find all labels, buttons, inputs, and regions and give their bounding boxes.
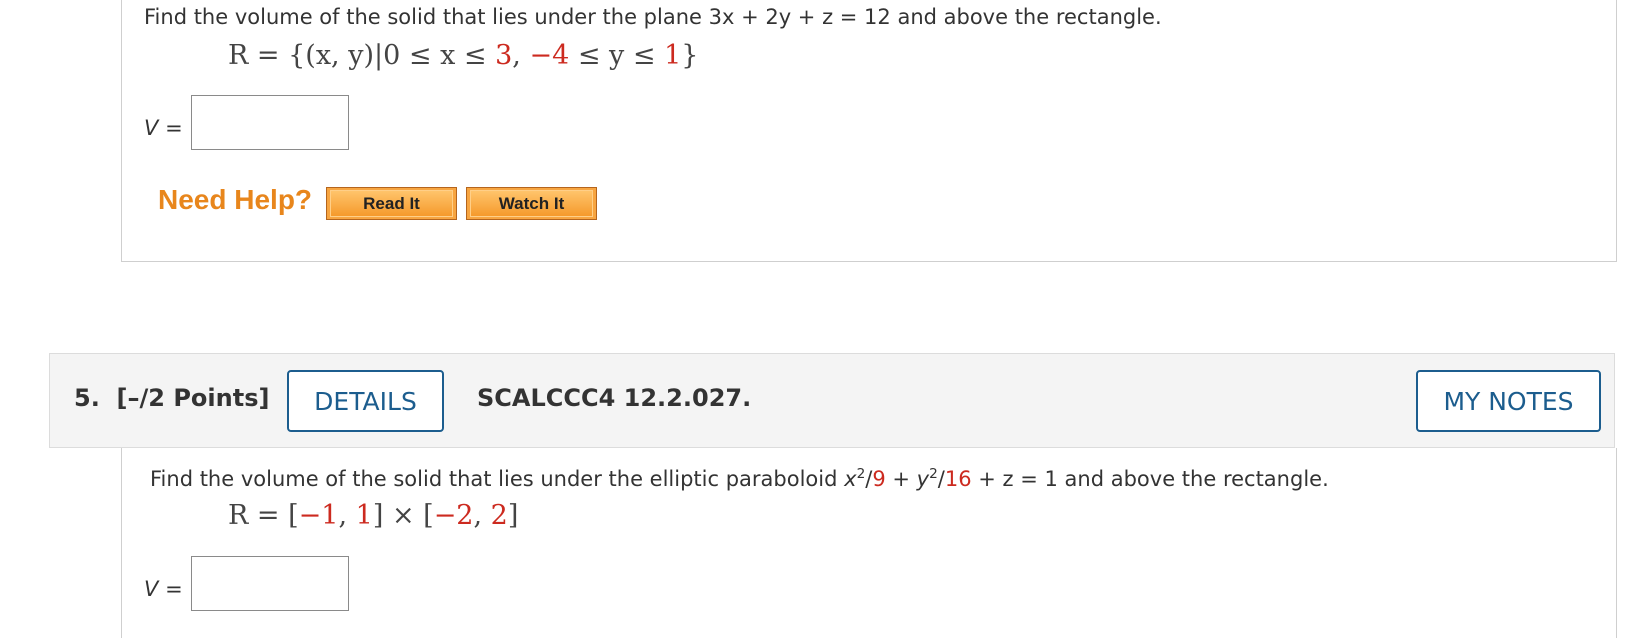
question-5-title: 5. [–/2 Points] xyxy=(74,384,269,412)
region-times: ] × [ xyxy=(372,500,434,531)
question-4-answer-input[interactable] xyxy=(191,95,349,150)
region-y-bound: ≤ y ≤ xyxy=(569,40,665,71)
x-exponent: 2 xyxy=(856,466,866,482)
question-5-region: R = [−1, 1] × [−2, 2] xyxy=(228,500,518,531)
region-y-min: −2 xyxy=(433,500,474,531)
question-5-header xyxy=(49,353,1615,448)
question-4-region: R = {(x, y)|0 ≤ x ≤ 3, −4 ≤ y ≤ 1} xyxy=(228,40,698,71)
region-y-min: −4 xyxy=(529,40,570,71)
question-5-answer-label: V = xyxy=(144,577,183,601)
region-y-max: 1 xyxy=(664,40,682,71)
y-exponent: 2 xyxy=(929,466,938,482)
need-help-label: Need Help? xyxy=(158,184,313,215)
region-x-max: 1 xyxy=(355,500,373,531)
answer-variable: V xyxy=(144,577,159,601)
region-separator: , xyxy=(512,40,530,71)
plus-sign: + xyxy=(885,467,917,491)
read-it-button[interactable]: Read It xyxy=(326,187,457,220)
y-denominator: 16 xyxy=(944,467,972,491)
answer-equals: = xyxy=(165,577,183,601)
answer-equals: = xyxy=(165,116,183,140)
question-4-prompt: Find the volume of the solid that lies u… xyxy=(144,5,1162,29)
region-end: ] xyxy=(507,500,519,531)
my-notes-button[interactable]: MY NOTES xyxy=(1416,370,1601,432)
y-variable: y xyxy=(916,467,930,491)
question-code: SCALCCC4 12.2.027. xyxy=(477,384,752,412)
read-it-label: Read It xyxy=(330,190,453,217)
watch-it-button[interactable]: Watch It xyxy=(466,187,597,220)
region-x-min: −1 xyxy=(298,500,339,531)
region-y-max: 2 xyxy=(490,500,508,531)
prompt-end: + z = 1 and above the rectangle. xyxy=(971,467,1329,491)
question-points: [–/2 Points] xyxy=(116,384,270,412)
question-5-answer-input[interactable] xyxy=(191,556,349,611)
region-end: } xyxy=(681,40,699,71)
x-denominator: 9 xyxy=(872,467,886,491)
region-lhs: R = {(x, y)|0 ≤ x ≤ xyxy=(228,40,496,71)
question-number: 5. xyxy=(74,384,100,412)
details-button[interactable]: DETAILS xyxy=(287,370,444,432)
prompt-start: Find the volume of the solid that lies u… xyxy=(150,467,845,491)
region-lhs: R = [ xyxy=(228,500,299,531)
region-comma: , xyxy=(473,500,491,531)
answer-variable: V xyxy=(144,116,159,140)
watch-it-label: Watch It xyxy=(470,190,593,217)
x-variable: x xyxy=(844,467,857,491)
region-x-max: 3 xyxy=(495,40,513,71)
question-5-prompt: Find the volume of the solid that lies u… xyxy=(150,466,1329,491)
question-4-answer-label: V = xyxy=(144,116,183,140)
region-comma: , xyxy=(338,500,356,531)
